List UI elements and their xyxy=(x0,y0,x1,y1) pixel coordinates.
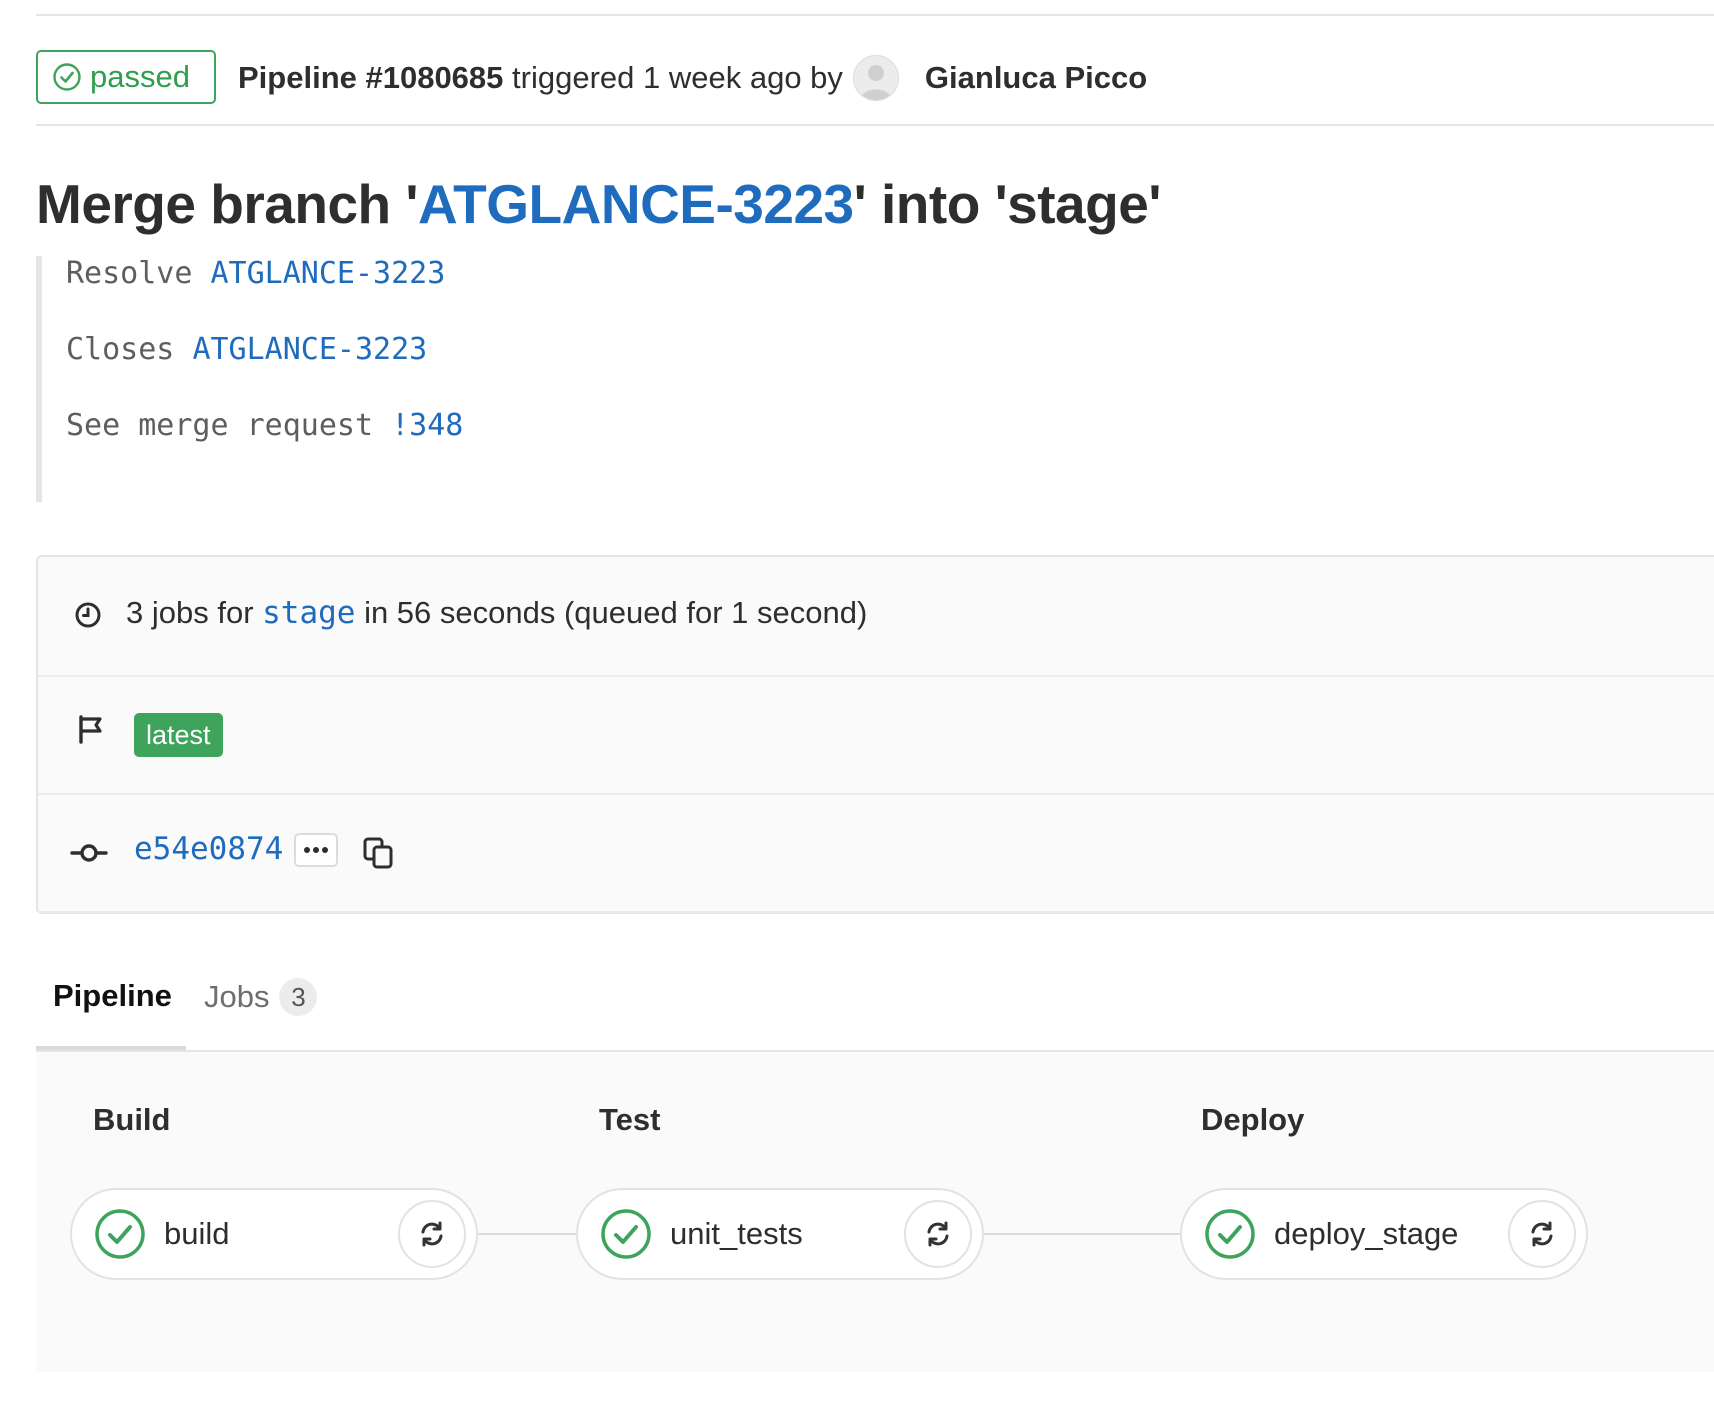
jobs-summary: 3 jobs for stage in 56 seconds (queued f… xyxy=(126,595,867,631)
tab-jobs[interactable]: Jobs 3 xyxy=(204,978,318,1016)
triggered-text: triggered 1 week ago by xyxy=(512,60,843,95)
commit-line-closes: Closes ATGLANCE-3223 xyxy=(66,332,427,367)
jobs-summary-row: 3 jobs for stage in 56 seconds (queued f… xyxy=(38,557,1714,677)
job-deploy-stage[interactable]: deploy_stage xyxy=(1180,1188,1588,1280)
copy-icon[interactable] xyxy=(362,836,396,870)
success-status-icon xyxy=(601,1209,651,1259)
pipeline-graph: Build Test Deploy build unit_tests deplo… xyxy=(36,1052,1714,1372)
job-name: unit_tests xyxy=(670,1216,803,1251)
commit-line-text: Closes xyxy=(66,332,193,367)
author-name[interactable]: Gianluca Picco xyxy=(925,60,1147,96)
jobs-summary-suffix: in 56 seconds (queued for 1 second) xyxy=(355,595,868,630)
issue-link[interactable]: ATGLANCE-3223 xyxy=(211,256,446,291)
latest-tag-badge: latest xyxy=(134,713,223,757)
commit-sha-row xyxy=(38,793,1714,913)
job-name: build xyxy=(164,1216,230,1251)
ellipsis-icon xyxy=(304,847,328,853)
jobs-summary-prefix: 3 jobs for xyxy=(126,595,263,630)
issue-link[interactable]: ATGLANCE-3223 xyxy=(192,332,427,367)
branch-ref-link[interactable]: stage xyxy=(262,595,355,631)
pipeline-info-box: 3 jobs for stage in 56 seconds (queued f… xyxy=(36,555,1714,914)
tags-row xyxy=(38,675,1714,795)
stage-title-test: Test xyxy=(599,1102,661,1137)
flag-icon xyxy=(79,715,102,744)
pipeline-header: Pipeline #1080685 triggered 1 week ago b… xyxy=(238,55,1147,101)
commit-line-text: See merge request xyxy=(66,408,392,443)
commit-sha-link[interactable]: e54e0874 xyxy=(134,831,283,867)
retry-icon xyxy=(927,1221,949,1247)
pipeline-tabs: Pipeline Jobs 3 xyxy=(36,950,1714,1054)
retry-job-button[interactable] xyxy=(904,1200,972,1268)
jobs-count-badge: 3 xyxy=(279,978,318,1016)
success-status-icon xyxy=(95,1209,145,1259)
clock-icon xyxy=(75,602,101,628)
expand-commit-button[interactable] xyxy=(294,833,338,867)
status-label: passed xyxy=(90,59,190,94)
retry-icon xyxy=(1531,1221,1553,1247)
commit-line-resolve: Resolve ATGLANCE-3223 xyxy=(66,256,445,291)
tab-pipeline[interactable]: Pipeline xyxy=(53,978,172,1014)
commit-icon xyxy=(70,844,108,862)
user-avatar-icon xyxy=(853,56,898,100)
pipeline-id: Pipeline #1080685 xyxy=(238,60,504,95)
branch-link[interactable]: ATGLANCE-3223 xyxy=(418,173,854,235)
retry-icon xyxy=(421,1221,443,1247)
retry-job-button[interactable] xyxy=(1508,1200,1576,1268)
commit-description: Resolve ATGLANCE-3223 Closes ATGLANCE-32… xyxy=(36,256,936,502)
success-status-icon xyxy=(1205,1209,1255,1259)
commit-title: Merge branch 'ATGLANCE-3223' into 'stage… xyxy=(36,172,1161,236)
active-tab-indicator xyxy=(36,1046,186,1050)
check-circle-icon xyxy=(53,63,81,91)
title-prefix: Merge branch ' xyxy=(36,173,419,235)
job-unit-tests[interactable]: unit_tests xyxy=(576,1188,984,1280)
status-badge-passed[interactable]: passed xyxy=(36,50,216,104)
avatar[interactable] xyxy=(852,55,899,101)
title-suffix: ' into 'stage' xyxy=(853,173,1162,235)
tab-jobs-label: Jobs xyxy=(204,979,270,1014)
top-divider xyxy=(36,14,1714,16)
merge-request-link[interactable]: !348 xyxy=(391,408,463,443)
job-build[interactable]: build xyxy=(70,1188,478,1280)
header-divider xyxy=(36,124,1714,126)
commit-line-merge-request: See merge request !348 xyxy=(66,408,463,443)
stage-title-build: Build xyxy=(93,1102,171,1137)
retry-job-button[interactable] xyxy=(398,1200,466,1268)
commit-line-text: Resolve xyxy=(66,256,211,291)
stage-title-deploy: Deploy xyxy=(1201,1102,1305,1137)
job-name: deploy_stage xyxy=(1274,1216,1459,1251)
